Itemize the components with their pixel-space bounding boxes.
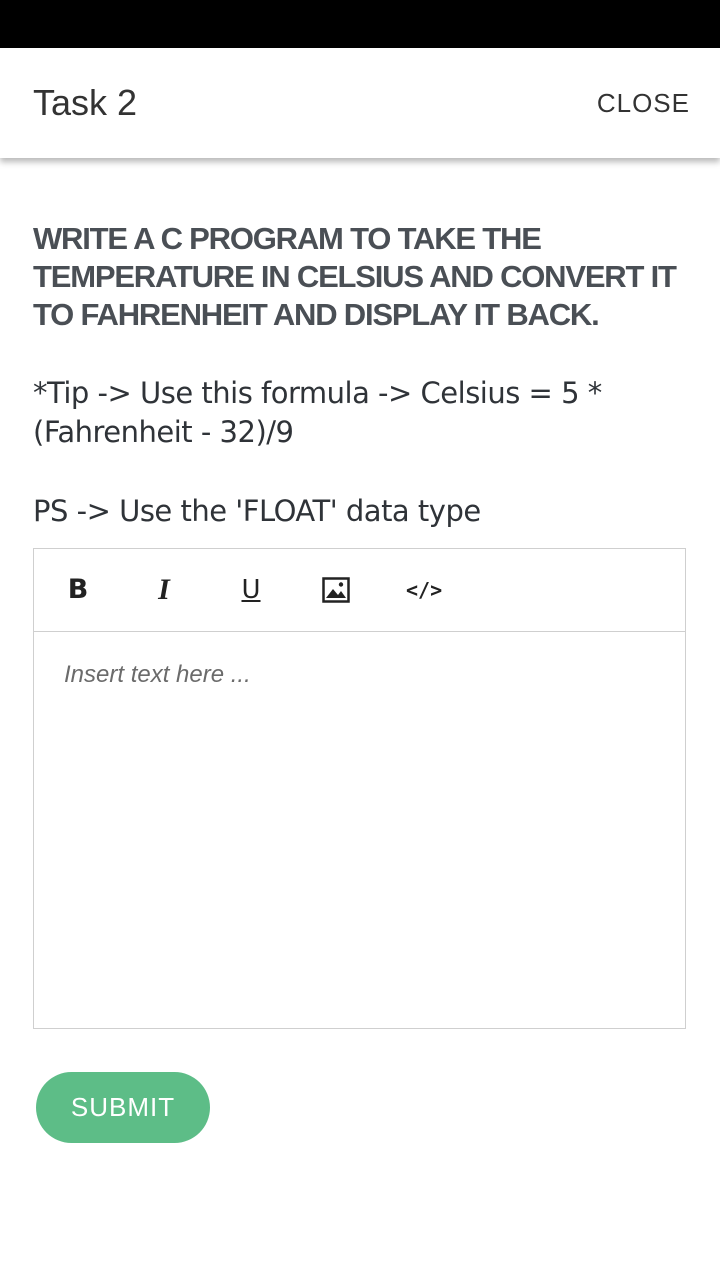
task-tip: *Tip -> Use this formula -> Celsius = 5 … [33, 376, 602, 449]
page-title: Task 2 [33, 82, 138, 123]
editor-text-area[interactable]: Insert text here ... [34, 633, 685, 1028]
code-button[interactable]: </> [406, 573, 442, 607]
image-icon[interactable] [321, 573, 351, 607]
close-button[interactable]: CLOSE [597, 88, 690, 119]
italic-button[interactable]: I [151, 573, 177, 607]
task-content: WRITE A C PROGRAM TO TAKE THE TEMPERATUR… [33, 220, 688, 530]
status-bar [0, 0, 720, 48]
editor-toolbar: B I U </> [34, 549, 685, 632]
submit-button[interactable]: SUBMIT [36, 1072, 210, 1143]
app-bar: Task 2 CLOSE [0, 48, 720, 158]
task-question: WRITE A C PROGRAM TO TAKE THE TEMPERATUR… [33, 221, 677, 332]
editor-placeholder: Insert text here ... [64, 661, 251, 688]
bold-button[interactable]: B [65, 573, 91, 607]
rich-text-editor: B I U </> Insert text here ... [33, 548, 686, 1029]
task-ps: PS -> Use the 'FLOAT' data type [33, 494, 481, 528]
underline-button[interactable]: U [238, 573, 264, 607]
